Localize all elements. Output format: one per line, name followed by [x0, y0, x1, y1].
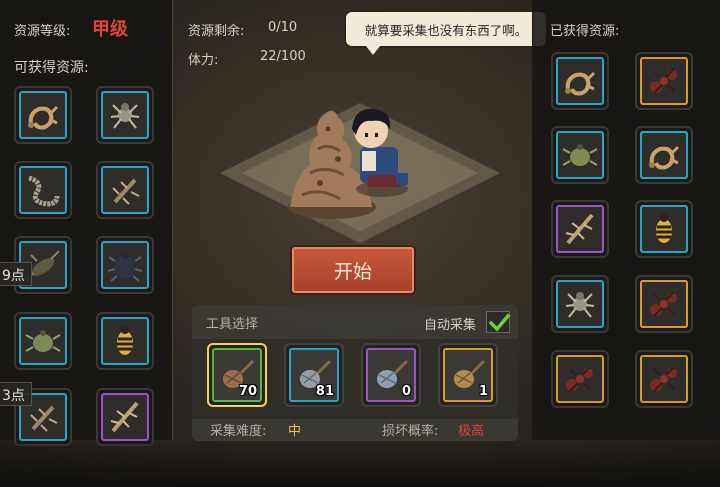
grade-label: 资源等级: [14, 24, 71, 39]
tool-slot[interactable]: 70 [207, 343, 267, 407]
tool-selection-title: 工具选择 [206, 317, 259, 332]
break-rate-value: 极高 [458, 424, 485, 439]
obtained-resource-slot[interactable] [635, 350, 693, 408]
slot-frame [640, 131, 688, 179]
obtained-resource-slot[interactable] [635, 275, 693, 333]
gathering-scene [220, 103, 500, 243]
bottom-edge [0, 440, 720, 487]
slot-frame [19, 166, 67, 214]
available-resource-slot[interactable] [96, 236, 154, 294]
slot-frame [640, 280, 688, 328]
obtained-resource-slot[interactable] [551, 350, 609, 408]
available-resource-slot[interactable] [14, 161, 72, 219]
scorpion-icon [565, 71, 596, 96]
scorpion-icon [28, 105, 59, 130]
divider [172, 0, 173, 440]
slot-frame [101, 393, 149, 441]
obtained-resource-slot[interactable] [635, 200, 693, 258]
obtained-resource-slot[interactable] [635, 52, 693, 110]
red-ant-icon [650, 366, 677, 392]
red-ant-icon [650, 291, 677, 317]
obtained-resource-slot[interactable] [635, 126, 693, 184]
slot-frame [640, 205, 688, 253]
checkmark-icon [488, 313, 511, 332]
stick-bug-icon [565, 213, 594, 245]
difficulty-value: 中 [288, 424, 302, 439]
speech-bubble: 就算要采集也没有东西了啊。 [344, 10, 548, 55]
red-ant-icon [650, 68, 677, 94]
available-resource-slot[interactable] [96, 312, 154, 370]
obtained-resource-slot[interactable] [551, 52, 609, 110]
tool-count: 70 [238, 384, 257, 399]
available-resource-slot[interactable] [14, 312, 72, 370]
tool-frame: 81 [289, 348, 339, 402]
game-screen: 资源等级: 甲级 可获得资源: 9点 3点 资源剩余: 0/10 体力: 22/… [0, 0, 720, 487]
slot-frame [556, 131, 604, 179]
slot-frame [19, 91, 67, 139]
slot-frame [640, 355, 688, 403]
start-button[interactable]: 开始 [292, 247, 414, 293]
spider-icon [110, 103, 140, 129]
slot-frame [101, 241, 149, 289]
stamina-value: 22/100 [260, 49, 306, 64]
spider-icon [565, 292, 595, 318]
tool-count: 0 [401, 384, 411, 399]
available-resource-slot[interactable] [96, 86, 154, 144]
obtained-resource-slot[interactable] [551, 200, 609, 258]
tool-count: 1 [478, 384, 488, 399]
stamina-label: 体力: [188, 53, 219, 68]
available-resource-slot[interactable] [14, 86, 72, 144]
tool-frame: 70 [212, 348, 262, 402]
slot-frame [101, 317, 149, 365]
remaining-label: 资源剩余: [188, 24, 245, 39]
slot-frame [556, 355, 604, 403]
slot-frame [19, 317, 67, 365]
scorpion-icon [649, 145, 680, 170]
tick-icon [562, 144, 598, 166]
slot-frame [101, 91, 149, 139]
side-chip: 9点 [0, 262, 32, 286]
side-chip: 3点 [0, 382, 32, 406]
grade-value: 甲级 [92, 19, 128, 40]
auto-gather-label: 自动采集 [424, 318, 477, 333]
centipede-icon [28, 175, 60, 207]
obtained-resources-title: 已获得资源: [550, 24, 620, 39]
tool-frame: 0 [366, 348, 416, 402]
difficulty-label: 采集难度: [210, 424, 267, 439]
tick-icon [25, 330, 61, 352]
slot-frame [556, 57, 604, 105]
red-ant-icon [566, 366, 593, 392]
slot-frame [101, 166, 149, 214]
speech-text: 就算要采集也没有东西了啊。 [364, 22, 528, 38]
tool-count: 81 [315, 384, 334, 399]
tool-slot[interactable]: 0 [361, 343, 421, 407]
available-resource-slot[interactable] [96, 388, 154, 446]
slot-frame [640, 57, 688, 105]
obtained-resource-slot[interactable] [551, 275, 609, 333]
wasp-icon [117, 326, 133, 355]
slot-frame [556, 205, 604, 253]
stick-bug-icon [110, 401, 139, 433]
remaining-value: 0/10 [268, 20, 298, 35]
mantis-icon [112, 178, 140, 205]
start-button-label: 开始 [333, 260, 372, 283]
obtained-resource-slot[interactable] [551, 126, 609, 184]
wasp-icon [656, 214, 672, 243]
available-resources-title: 可获得资源: [14, 60, 89, 76]
tool-frame: 1 [443, 348, 493, 402]
available-resource-slot[interactable] [96, 161, 154, 219]
auto-gather-checkbox[interactable] [486, 311, 511, 333]
beetle-icon [107, 251, 143, 282]
break-rate-label: 损坏概率: [382, 424, 439, 439]
slot-frame [556, 280, 604, 328]
tool-slot[interactable]: 1 [438, 343, 498, 407]
tool-slot[interactable]: 81 [284, 343, 344, 407]
